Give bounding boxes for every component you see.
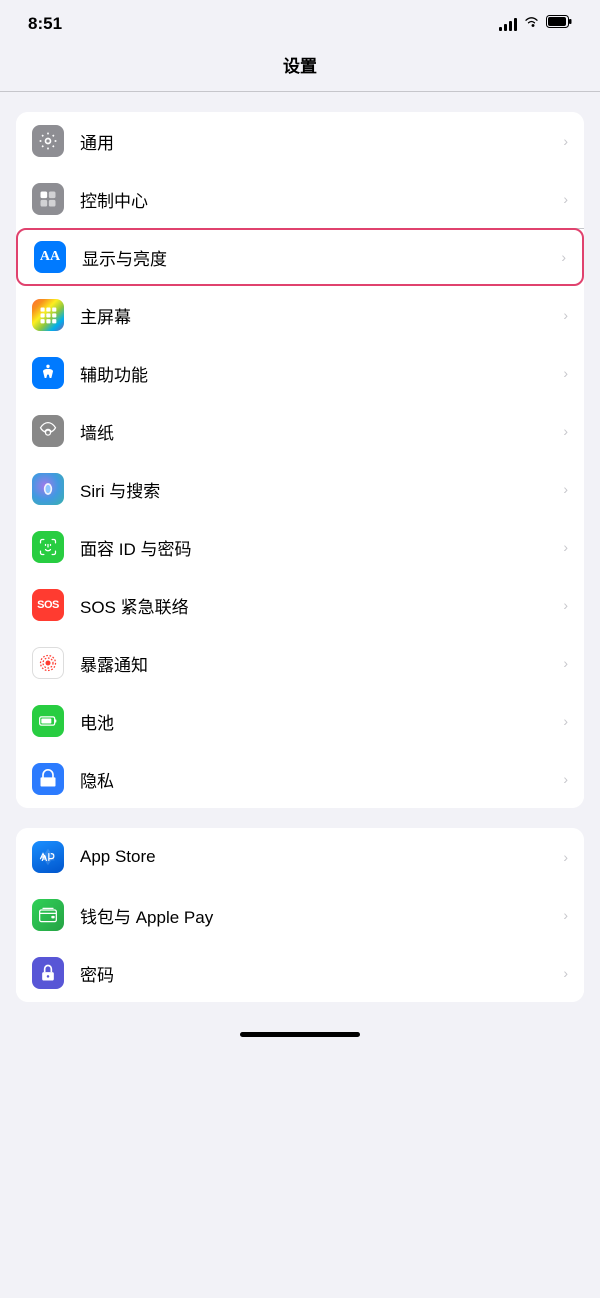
settings-item-general[interactable]: 通用 › [16, 112, 584, 170]
sos-icon: SOS [32, 589, 64, 621]
accessibility-chevron: › [563, 365, 568, 381]
settings-item-wallpaper[interactable]: 墙纸 › [16, 402, 584, 460]
accessibility-label: 辅助功能 [80, 361, 555, 386]
settings-item-battery[interactable]: 电池 › [16, 692, 584, 750]
settings-item-appstore[interactable]: A App Store › [16, 828, 584, 886]
siri-icon [32, 473, 64, 505]
display-label: 显示与亮度 [82, 245, 553, 270]
faceid-chevron: › [563, 539, 568, 555]
appstore-icon: A [32, 841, 64, 873]
home-screen-icon [32, 299, 64, 331]
settings-item-control-center[interactable]: 控制中心 › [16, 170, 584, 228]
settings-item-faceid[interactable]: 面容 ID 与密码 › [16, 518, 584, 576]
faceid-icon [32, 531, 64, 563]
settings-item-siri[interactable]: Siri 与搜索 › [16, 460, 584, 518]
wallet-label: 钱包与 Apple Pay [80, 903, 555, 928]
status-time: 8:51 [28, 14, 62, 34]
privacy-chevron: › [563, 771, 568, 787]
settings-item-password[interactable]: 密码 › [16, 944, 584, 1002]
top-divider [0, 91, 600, 92]
control-center-icon [32, 183, 64, 215]
exposure-label: 暴露通知 [80, 651, 555, 676]
settings-item-exposure[interactable]: 暴露通知 › [16, 634, 584, 692]
exposure-chevron: › [563, 655, 568, 671]
home-screen-chevron: › [563, 307, 568, 323]
general-icon [32, 125, 64, 157]
sos-label: SOS 紧急联络 [80, 593, 555, 618]
wallpaper-icon [32, 415, 64, 447]
settings-group-1: 通用 › 控制中心 › AA 显示与亮度 › [16, 112, 584, 808]
wallet-icon [32, 899, 64, 931]
accessibility-icon [32, 357, 64, 389]
privacy-icon [32, 763, 64, 795]
wifi-icon [523, 15, 540, 33]
privacy-label: 隐私 [80, 767, 555, 792]
settings-item-home-screen[interactable]: 主屏幕 › [16, 286, 584, 344]
general-chevron: › [563, 133, 568, 149]
display-icon: AA [34, 241, 66, 273]
settings-item-sos[interactable]: SOS SOS 紧急联络 › [16, 576, 584, 634]
settings-item-accessibility[interactable]: 辅助功能 › [16, 344, 584, 402]
page-title-container: 设置 [0, 42, 600, 91]
settings-item-wallet[interactable]: 钱包与 Apple Pay › [16, 886, 584, 944]
status-icons [499, 15, 572, 33]
battery-chevron: › [563, 713, 568, 729]
home-indicator [0, 1022, 600, 1045]
control-center-label: 控制中心 [80, 187, 555, 212]
sos-chevron: › [563, 597, 568, 613]
siri-label: Siri 与搜索 [80, 477, 555, 502]
status-bar: 8:51 [0, 0, 600, 42]
settings-group-2: A App Store › 钱包与 Apple Pay › [16, 828, 584, 1002]
appstore-label: App Store [80, 847, 555, 867]
password-chevron: › [563, 965, 568, 981]
appstore-chevron: › [563, 849, 568, 865]
battery-item-icon [32, 705, 64, 737]
siri-chevron: › [563, 481, 568, 497]
wallet-chevron: › [563, 907, 568, 923]
password-icon [32, 957, 64, 989]
battery-icon [546, 15, 572, 33]
signal-icon [499, 17, 517, 31]
wallpaper-chevron: › [563, 423, 568, 439]
battery-label: 电池 [80, 709, 555, 734]
wallpaper-label: 墙纸 [80, 419, 555, 444]
display-chevron: › [561, 249, 566, 265]
faceid-label: 面容 ID 与密码 [80, 535, 555, 560]
exposure-icon [32, 647, 64, 679]
settings-item-display[interactable]: AA 显示与亮度 › [16, 228, 584, 286]
home-bar [240, 1032, 360, 1037]
control-center-chevron: › [563, 191, 568, 207]
page-title: 设置 [283, 57, 317, 76]
home-screen-label: 主屏幕 [80, 303, 555, 328]
general-label: 通用 [80, 129, 555, 154]
password-label: 密码 [80, 961, 555, 986]
settings-item-privacy[interactable]: 隐私 › [16, 750, 584, 808]
